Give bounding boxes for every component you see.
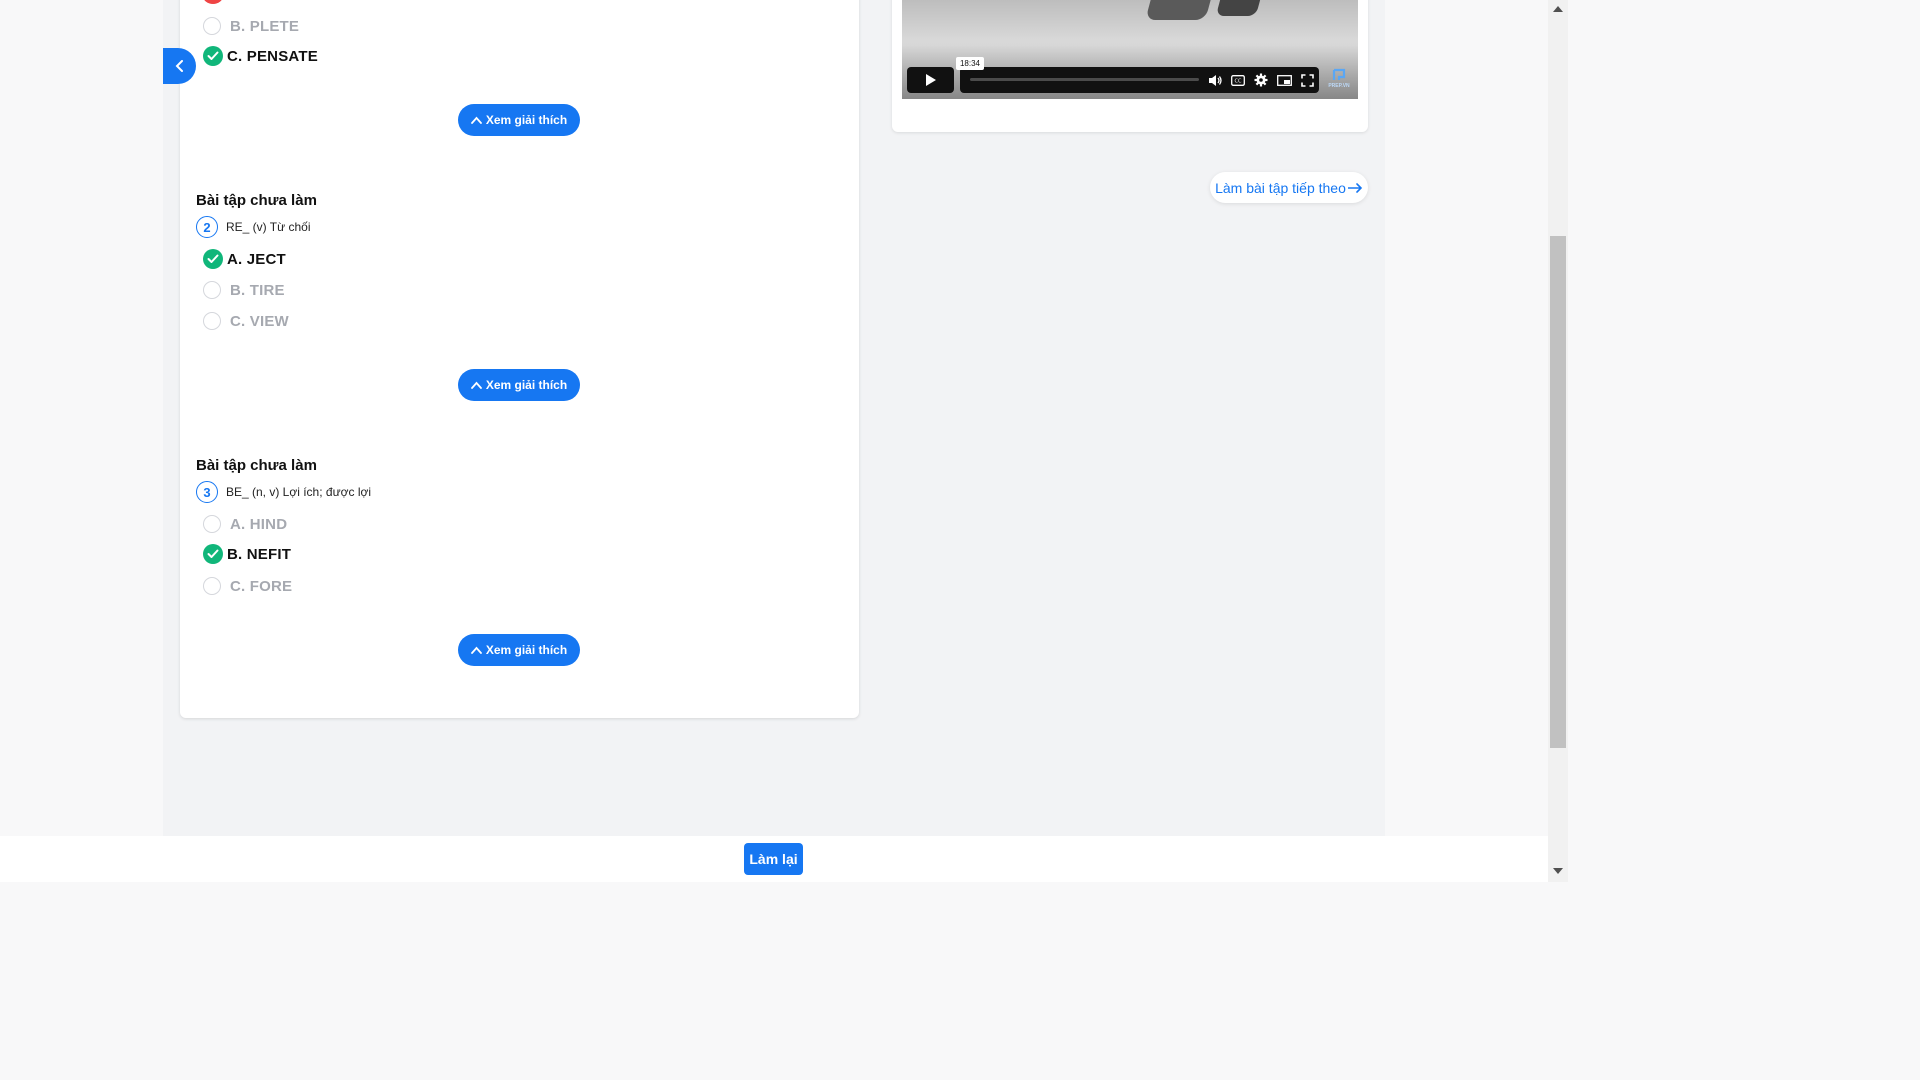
prep-logo-text: PREP.VN xyxy=(1328,83,1350,89)
question-number: 2 xyxy=(196,216,218,238)
option-q1-c[interactable]: C. PENSATE xyxy=(203,45,318,67)
scroll-up-icon[interactable] xyxy=(1553,6,1563,12)
question-prompt: BE_ (n, v) Lợi ích; được lợi xyxy=(226,485,372,499)
radio-unchecked-icon xyxy=(203,577,221,595)
play-icon xyxy=(925,74,936,86)
volume-icon[interactable] xyxy=(1207,72,1223,88)
next-exercise-label: Làm bài tập tiếp theo xyxy=(1215,179,1346,196)
time-tooltip: 18:34 xyxy=(956,57,984,70)
question-status: Bài tập chưa làm xyxy=(196,192,317,209)
option-label: B. PLETE xyxy=(230,17,300,35)
explain-label: Xem giải thích xyxy=(485,378,568,392)
option-q2-b[interactable]: B. TIRE xyxy=(203,279,285,301)
retry-button[interactable]: Làm lại xyxy=(744,843,803,875)
radio-unchecked-icon xyxy=(203,281,221,299)
settings-icon[interactable] xyxy=(1253,72,1269,88)
fullscreen-icon[interactable] xyxy=(1299,72,1315,88)
chevron-up-icon xyxy=(470,381,482,389)
question-prompt-row: 3 BE_ (n, v) Lợi ích; được lợi xyxy=(196,481,371,503)
chevron-up-icon xyxy=(470,116,482,124)
radio-unchecked-icon xyxy=(203,515,221,533)
explain-label: Xem giải thích xyxy=(485,643,568,657)
video-progress-bar[interactable] xyxy=(970,78,1199,81)
radio-unchecked-icon xyxy=(203,17,221,35)
option-label: B. TIRE xyxy=(230,281,285,299)
option-label: A. JECT xyxy=(227,250,286,268)
option-q3-b[interactable]: B. NEFIT xyxy=(203,543,291,565)
option-label: C. FORE xyxy=(230,577,293,595)
prep-logo-icon xyxy=(1332,68,1346,80)
option-q3-c[interactable]: C. FORE xyxy=(203,575,292,597)
svg-text:CC: CC xyxy=(1235,78,1242,84)
option-label: A. HIND xyxy=(230,515,288,533)
question-prompt: RE_ (v) Từ chối xyxy=(226,220,311,234)
question-status: Bài tập chưa làm xyxy=(196,457,317,474)
option-q1-b[interactable]: B. PLETE xyxy=(203,15,299,37)
pip-icon[interactable] xyxy=(1276,72,1292,88)
video-frame-shape xyxy=(1145,0,1219,20)
scroll-down-icon[interactable] xyxy=(1553,868,1563,874)
show-explanation-button[interactable]: Xem giải thích xyxy=(458,104,580,136)
captions-icon[interactable]: CC xyxy=(1230,72,1246,88)
option-q2-c[interactable]: C. VIEW xyxy=(203,310,289,332)
option-label: C. VIEW xyxy=(230,312,289,330)
option-label: C. PENSATE xyxy=(227,47,318,65)
show-explanation-button[interactable]: Xem giải thích xyxy=(458,634,580,666)
check-circle-icon xyxy=(203,544,223,564)
option-q2-a[interactable]: A. JECT xyxy=(203,248,286,270)
chevron-up-icon xyxy=(470,646,482,654)
next-exercise-button[interactable]: Làm bài tập tiếp theo xyxy=(1210,172,1368,203)
question-number: 3 xyxy=(196,481,218,503)
question-prompt-row: 2 RE_ (v) Từ chối xyxy=(196,216,311,238)
option-q3-a[interactable]: A. HIND xyxy=(203,513,287,535)
prep-logo: PREP.VN xyxy=(1326,68,1352,92)
video-frame-shape xyxy=(1215,0,1269,16)
show-explanation-button[interactable]: Xem giải thích xyxy=(458,369,580,401)
chevron-left-icon xyxy=(175,60,183,72)
explain-label: Xem giải thích xyxy=(485,113,568,127)
check-circle-icon xyxy=(203,249,223,269)
check-circle-icon xyxy=(203,46,223,66)
play-button[interactable] xyxy=(907,67,954,93)
arrow-right-icon xyxy=(1347,182,1363,193)
radio-unchecked-icon xyxy=(203,312,221,330)
scrollbar-thumb[interactable] xyxy=(1550,236,1566,748)
option-label: B. NEFIT xyxy=(227,545,292,563)
